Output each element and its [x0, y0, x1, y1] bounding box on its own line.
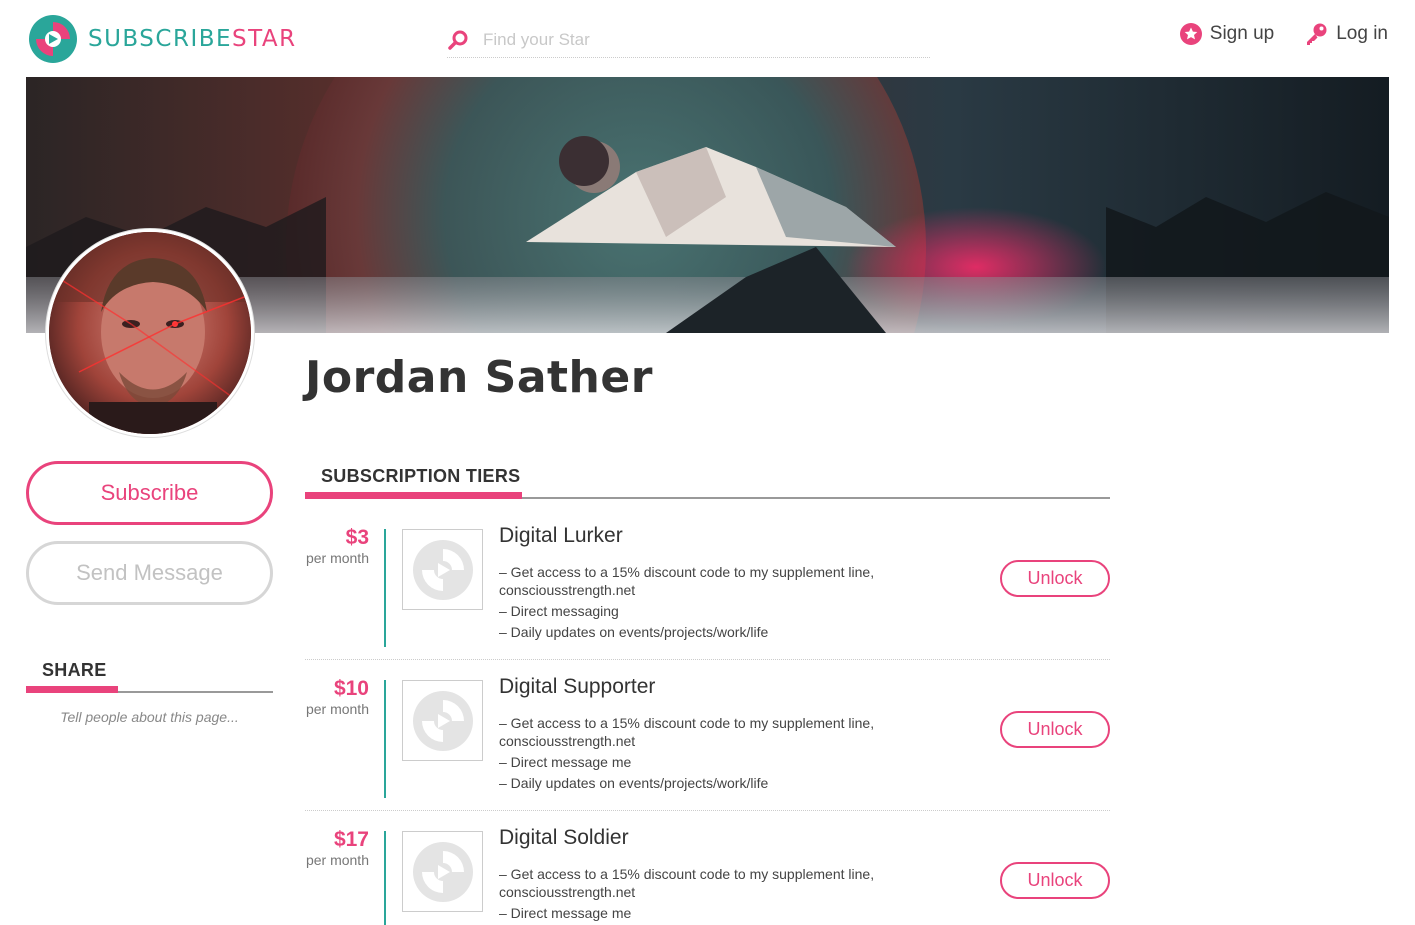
- tiers-heading: SUBSCRIPTION TIERS: [321, 466, 521, 486]
- subscribe-button[interactable]: Subscribe: [26, 461, 273, 525]
- search-input[interactable]: [483, 29, 903, 50]
- signup-label: Sign up: [1209, 23, 1275, 44]
- tier-feature: – Direct messaging: [499, 603, 619, 619]
- search-bar: [447, 22, 930, 58]
- tier-price: $17 per month: [305, 828, 369, 868]
- tier-price-period: per month: [305, 701, 369, 717]
- logo[interactable]: SUBSCRIBE STAR: [28, 14, 297, 64]
- search-icon[interactable]: [447, 29, 469, 51]
- tier-features: – Get access to a 15% discount code to m…: [499, 865, 939, 925]
- tier-image: [402, 529, 483, 610]
- tier-feature: – Daily updates on events/projects/work/…: [499, 624, 769, 640]
- avatar: [46, 229, 254, 437]
- tier-price-amount: $10: [333, 677, 369, 700]
- logo-word-subscribe: SUBSCRIBE: [88, 26, 233, 52]
- share-section: SHARE Tell people about this page...: [26, 660, 273, 725]
- tier-price: $10 per month: [305, 677, 369, 717]
- unlock-button[interactable]: Unlock: [1000, 711, 1110, 748]
- tier-card: $3 per month Digital Lurker – Get access…: [305, 509, 1110, 660]
- subscribestar-placeholder-icon: [412, 539, 473, 600]
- unlock-button[interactable]: Unlock: [1000, 862, 1110, 899]
- tier-price-amount: $17: [333, 828, 369, 851]
- tier-price-amount: $3: [345, 526, 369, 549]
- tier-name: Digital Soldier: [499, 826, 629, 849]
- tier-price-period: per month: [305, 852, 369, 868]
- tier-features: – Get access to a 15% discount code to m…: [499, 714, 939, 795]
- subscribestar-placeholder-icon: [412, 841, 473, 902]
- avatar-image: [49, 232, 251, 434]
- tier-image: [402, 680, 483, 761]
- tier-divider-line: [384, 529, 386, 647]
- unlock-button[interactable]: Unlock: [1000, 560, 1110, 597]
- subscription-tiers: SUBSCRIPTION TIERS $3 per month Digital …: [305, 466, 1110, 925]
- tier-divider-line: [384, 831, 386, 925]
- tier-feature: – Direct message me: [499, 905, 632, 921]
- tier-price-period: per month: [305, 550, 369, 566]
- key-icon: [1307, 23, 1327, 45]
- tier-image: [402, 831, 483, 912]
- login-label: Log in: [1336, 23, 1388, 44]
- signup-link[interactable]: Sign up: [1179, 23, 1275, 45]
- tier-features: – Get access to a 15% discount code to m…: [499, 563, 939, 644]
- creator-name: Jordan Sather: [305, 352, 653, 403]
- tier-feature: – Get access to a 15% discount code to m…: [499, 866, 875, 900]
- tier-name: Digital Supporter: [499, 675, 656, 698]
- share-prompt: Tell people about this page...: [60, 709, 239, 725]
- send-message-button[interactable]: Send Message: [26, 541, 273, 605]
- tier-card: $17 per month Digital Soldier – Get acce…: [305, 811, 1110, 925]
- share-title: SHARE: [42, 660, 107, 680]
- auth-nav: Sign up Log in: [1150, 22, 1388, 46]
- subscribestar-logo-icon: [29, 15, 77, 63]
- share-divider: [26, 686, 273, 693]
- tiers-divider: [305, 492, 1110, 499]
- tier-divider-line: [384, 680, 386, 798]
- tier-card: $10 per month Digital Supporter – Get ac…: [305, 660, 1110, 811]
- tier-price: $3 per month: [305, 526, 369, 566]
- tier-feature: – Direct message me: [499, 754, 632, 770]
- tier-feature: – Get access to a 15% discount code to m…: [499, 715, 875, 749]
- subscribestar-placeholder-icon: [412, 690, 473, 751]
- login-link[interactable]: Log in: [1304, 22, 1388, 46]
- logo-wordmark: SUBSCRIBE STAR: [88, 26, 297, 52]
- site-header: SUBSCRIBE STAR Sign up Log in: [0, 0, 1415, 77]
- logo-word-star: STAR: [232, 26, 297, 52]
- tier-name: Digital Lurker: [499, 524, 623, 547]
- tier-feature: – Daily updates on events/projects/work/…: [499, 775, 769, 791]
- tier-feature: – Get access to a 15% discount code to m…: [499, 564, 875, 598]
- star-badge-icon: [1179, 23, 1202, 45]
